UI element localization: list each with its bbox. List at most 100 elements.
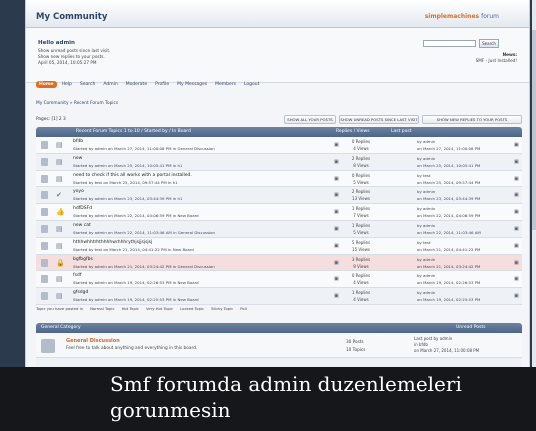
scrollbar-thumb[interactable] bbox=[532, 30, 536, 230]
show-unread-button[interactable]: SHOW UNREAD POSTS SINCE LAST VISIT bbox=[339, 115, 419, 124]
col-subject[interactable]: Recent Forum Topics 1 to 10 / Started by… bbox=[76, 129, 191, 134]
forum-title[interactable]: My Community bbox=[36, 12, 107, 22]
breadcrumb[interactable]: My Community » Recent Forum Topics bbox=[36, 101, 118, 106]
topic-views: 5 Views bbox=[353, 179, 369, 185]
table-row: 👍 hdfDSFd Started by admin on March 22, 20… bbox=[36, 204, 522, 221]
legend-hot: Hot Topic bbox=[121, 306, 140, 311]
unread-link[interactable]: Show unread posts since last visit. bbox=[38, 48, 110, 53]
topic-lastpost-by: by admin bbox=[417, 139, 436, 144]
menu-search[interactable]: Search bbox=[77, 81, 98, 88]
table-row: ▤ gfsdgd Started by admin on March 19, 201… bbox=[36, 288, 522, 305]
menu-home[interactable]: Home bbox=[36, 81, 57, 88]
category-header: General Category Unread Posts bbox=[36, 323, 522, 333]
go-to-lastpost-icon[interactable]: ▣ bbox=[514, 260, 519, 266]
go-to-lastpost-icon[interactable]: ▣ bbox=[514, 192, 519, 198]
topic-subject[interactable]: need to check if this all works with a p… bbox=[73, 173, 192, 178]
go-to-lastpost-icon[interactable]: ▣ bbox=[514, 142, 519, 148]
smf-logo: simplemachines forum bbox=[425, 13, 499, 20]
topic-lastpost-by: by admin bbox=[417, 206, 436, 212]
menu-messages[interactable]: My Messages bbox=[174, 81, 210, 88]
category-name[interactable]: General Category bbox=[41, 325, 81, 330]
search-button[interactable]: Search bbox=[479, 39, 499, 48]
menu-moderate[interactable]: Moderate bbox=[123, 81, 150, 88]
menu-admin[interactable]: Admin bbox=[100, 81, 120, 88]
topic-status-icon bbox=[41, 275, 48, 284]
pagination[interactable]: Pages: [1] 2 3 bbox=[36, 117, 66, 122]
caption-line-1: Smf forumda admin duzenlemeleri bbox=[110, 372, 462, 396]
topic-views: 4 Views bbox=[353, 280, 369, 286]
board-topics: 10 Topics bbox=[346, 347, 366, 352]
topic-page-icon: ▣ bbox=[334, 209, 339, 216]
topic-subject[interactable]: hthhwhhtrhthhhhwrhhhrythjsjjsjsjsj bbox=[73, 240, 152, 245]
board-row: General Discussion Feel free to talk abo… bbox=[36, 334, 522, 358]
topic-subject[interactable]: gfsdgd bbox=[73, 290, 88, 295]
topic-subject[interactable]: hdfDSFd bbox=[73, 206, 92, 211]
topic-page-icon: ▣ bbox=[334, 259, 339, 266]
menu-members[interactable]: Members bbox=[212, 81, 239, 88]
topic-status-icon bbox=[41, 141, 48, 149]
topic-page-icon: ▣ bbox=[334, 175, 339, 182]
show-replies-button[interactable]: SHOW NEW REPLIES TO YOUR POSTS bbox=[422, 115, 522, 124]
topic-status-icon bbox=[41, 157, 48, 166]
topic-lastpost-by: by test bbox=[417, 172, 431, 178]
topic-status-icon bbox=[41, 208, 48, 217]
col-replies[interactable]: Replies / Views bbox=[336, 129, 370, 134]
col-last-post[interactable]: Last post bbox=[391, 129, 412, 134]
go-to-lastpost-icon[interactable]: ▣ bbox=[514, 159, 519, 165]
board-lastpost-in[interactable]: in bfdb bbox=[414, 342, 428, 347]
page-icon: ▤ bbox=[56, 224, 63, 233]
topic-page-icon: ▣ bbox=[334, 242, 339, 249]
menu-logout[interactable]: Logout bbox=[241, 81, 262, 88]
topic-lastpost-by: by admin bbox=[417, 290, 436, 296]
table-row: ✔ yoyo Started by admin on March 23, 2014,… bbox=[36, 187, 522, 205]
topic-subject[interactable]: new cat bbox=[73, 223, 91, 228]
board-name[interactable]: General Discussion bbox=[66, 338, 120, 344]
topic-subject[interactable]: fsdf bbox=[73, 273, 81, 278]
go-to-lastpost-icon[interactable]: ▣ bbox=[514, 226, 519, 232]
topic-subject[interactable]: bfdb bbox=[73, 139, 83, 144]
go-to-lastpost-icon[interactable]: ▣ bbox=[514, 276, 519, 282]
topic-started-by: Started by admin on March 23, 2014, 03:4… bbox=[73, 196, 183, 202]
go-to-lastpost-icon[interactable]: ▣ bbox=[514, 176, 519, 182]
topic-replies: 0 Replies bbox=[351, 273, 371, 279]
topic-subject[interactable]: new bbox=[73, 156, 82, 161]
unread-posts-link[interactable]: Unread Posts bbox=[456, 325, 485, 330]
go-to-lastpost-icon[interactable]: ▣ bbox=[514, 293, 519, 299]
table-header: Recent Forum Topics 1 to 10 / Started by… bbox=[36, 127, 522, 137]
show-all-posts-button[interactable]: SHOW ALL YOUR POSTS bbox=[284, 115, 336, 124]
board-description: Feel free to talk about anything and eve… bbox=[66, 346, 198, 351]
go-to-lastpost-icon[interactable]: ▣ bbox=[514, 209, 519, 215]
replies-link[interactable]: Show new replies to your posts. bbox=[38, 54, 105, 59]
topic-lastpost-on: on March 21, 2014, 03:24:42 PM bbox=[417, 263, 481, 269]
user-section: Hello admin Show unread posts since last… bbox=[26, 28, 529, 83]
topic-started-by: Started by admin on March 19, 2014, 02:2… bbox=[73, 280, 199, 286]
current-date: April 05, 2014, 10:05:27 PM bbox=[38, 60, 97, 65]
page-icon: ▤ bbox=[56, 292, 63, 301]
topic-legend: Topic you have posted in Normal Topic Ho… bbox=[36, 306, 247, 311]
topic-lastpost-by: by test bbox=[417, 239, 431, 245]
topic-subject[interactable]: bgfbgfbs bbox=[73, 257, 93, 262]
table-row: 🔒 bgfbgfbs Started by admin on March 21, 2… bbox=[36, 254, 522, 272]
topic-page-icon: ▣ bbox=[334, 192, 339, 199]
topic-views: 8 Views bbox=[353, 162, 369, 168]
topic-status-icon bbox=[41, 241, 48, 250]
table-row: ▤ bfdb Started by admin on March 27, 2014,… bbox=[36, 137, 522, 154]
logo-suffix: forum bbox=[481, 13, 499, 20]
topic-page-icon: ▣ bbox=[334, 142, 339, 148]
topic-started-by: Started by admin on March 27, 2014, 11:0… bbox=[73, 146, 215, 151]
menu-profile[interactable]: Profile bbox=[152, 81, 172, 88]
topic-subject[interactable]: yoyo bbox=[73, 189, 84, 194]
topic-started-by: Started by test on March 25, 2014, 09:57… bbox=[73, 179, 178, 185]
topic-lastpost-on: on March 23, 2014, 03:44:39 PM bbox=[417, 196, 481, 202]
topic-status-icon bbox=[41, 292, 48, 301]
go-to-lastpost-icon[interactable]: ▣ bbox=[514, 243, 519, 249]
topic-page-icon: ▣ bbox=[334, 158, 339, 165]
board-row-partial bbox=[36, 358, 522, 367]
search-input[interactable] bbox=[423, 40, 476, 47]
thumb-icon: 👍 bbox=[56, 208, 65, 217]
topic-lastpost-on: on March 21, 2014, 04:41:22 PM bbox=[417, 246, 481, 252]
menu-help[interactable]: Help bbox=[59, 81, 75, 88]
topic-replies: 1 Replies bbox=[351, 206, 371, 212]
check-icon: ✔ bbox=[56, 191, 62, 200]
topic-lastpost-on: on March 22, 2014, 04:06:59 PM bbox=[417, 213, 481, 219]
